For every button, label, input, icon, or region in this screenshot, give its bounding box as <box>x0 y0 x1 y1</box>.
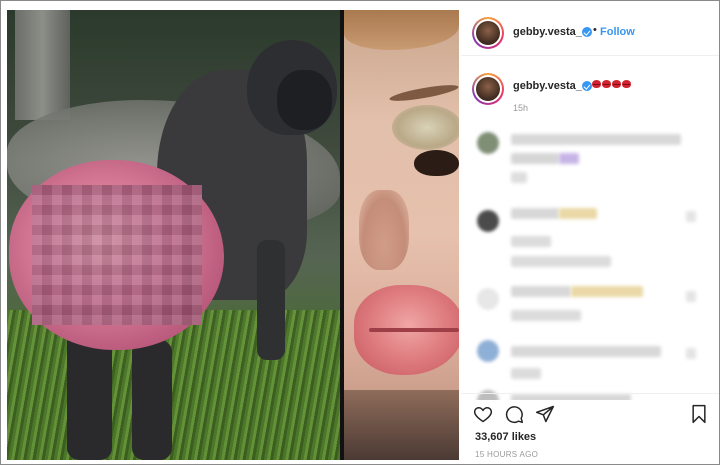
post-timestamp: 15 HOURS AGO <box>475 450 539 459</box>
monkey-photo <box>7 10 340 460</box>
caption-timestamp: 15h <box>513 103 529 113</box>
blurred-comment-text <box>511 286 571 297</box>
comment-avatar <box>477 132 499 154</box>
blurred-comment-text <box>511 153 559 164</box>
instagram-post-window: gebby.vesta_ • Follow gebby.vesta_ 15h 3… <box>0 0 720 465</box>
follow-button[interactable]: Follow <box>600 26 635 38</box>
separator-dot: • <box>593 24 597 36</box>
comment-avatar <box>477 210 499 232</box>
blurred-like-icon <box>686 211 696 222</box>
blurred-like-icon <box>686 348 696 359</box>
caption-emoji <box>592 80 631 90</box>
caption-avatar[interactable] <box>472 73 504 105</box>
post-header: gebby.vesta_ • Follow <box>461 10 719 56</box>
lips-icon <box>612 80 621 88</box>
comment-icon[interactable] <box>504 404 524 424</box>
blurred-comments-list <box>461 120 719 400</box>
blurred-comment-text <box>511 346 661 357</box>
blurred-comment-meta <box>511 368 541 379</box>
caption-username[interactable]: gebby.vesta_ <box>513 80 582 92</box>
bookmark-icon[interactable] <box>689 404 709 424</box>
caption-verified-badge-icon <box>582 81 592 91</box>
header-username[interactable]: gebby.vesta_ <box>513 26 582 38</box>
blurred-comment-text <box>559 208 597 219</box>
blurred-comment-meta <box>511 172 527 183</box>
blurred-comment-meta <box>511 310 581 321</box>
blurred-comment-text <box>571 286 643 297</box>
post-actions: 33,607 likes 15 HOURS AGO <box>461 393 719 460</box>
blurred-comment-text <box>559 153 579 164</box>
lips-icon <box>622 80 631 88</box>
comment-avatar <box>477 340 499 362</box>
blurred-like-icon <box>686 291 696 302</box>
lips-icon <box>592 80 601 88</box>
heart-icon[interactable] <box>473 404 493 424</box>
avatar[interactable] <box>472 17 504 49</box>
lips-icon <box>602 80 611 88</box>
blurred-comment-text <box>511 134 681 145</box>
post-side-panel: gebby.vesta_ • Follow gebby.vesta_ 15h 3… <box>461 10 719 460</box>
blurred-comment-meta <box>511 236 551 247</box>
comment-avatar <box>477 288 499 310</box>
likes-count[interactable]: 33,607 likes <box>475 431 536 443</box>
verified-badge-icon <box>582 27 592 37</box>
post-media[interactable] <box>7 10 459 460</box>
blurred-comment-text <box>511 208 559 219</box>
pixelated-censor <box>32 185 202 325</box>
share-icon[interactable] <box>535 404 555 424</box>
blurred-comment-text <box>511 256 611 267</box>
face-closeup-photo <box>344 10 459 460</box>
